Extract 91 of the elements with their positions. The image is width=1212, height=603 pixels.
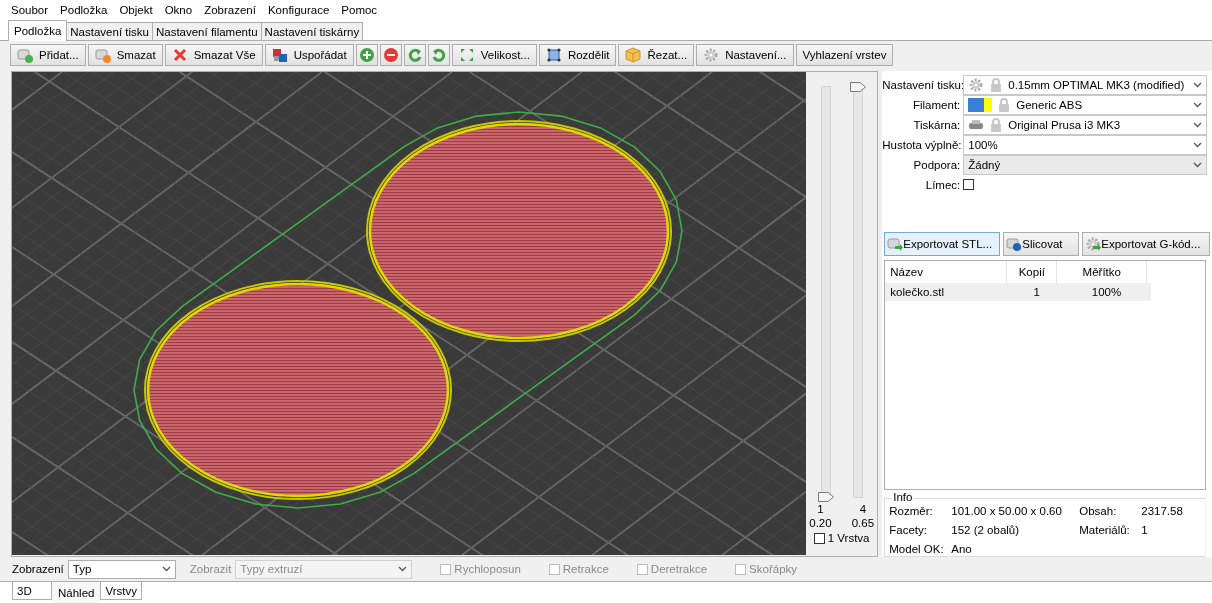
checkbox-label: Rychloposun xyxy=(454,563,521,575)
delete-icon xyxy=(171,47,188,63)
toolbar-button[interactable]: Velikost... xyxy=(451,44,537,66)
toolbar-button[interactable]: Smazat Vše xyxy=(164,44,263,66)
action-button[interactable]: Slicovat xyxy=(1003,232,1080,256)
slider-thumb[interactable] xyxy=(849,82,866,92)
table-cell-text: kolečko.stl xyxy=(889,286,945,298)
toolbar-button[interactable]: Vyhlazení vrstev xyxy=(795,44,894,66)
caret-icon xyxy=(1193,82,1203,88)
dropdown[interactable]: Generic ABS xyxy=(963,95,1208,115)
rotate-left-button[interactable] xyxy=(403,44,426,66)
info-label: Facety: xyxy=(889,524,928,537)
caret-icon xyxy=(161,566,171,572)
cubes-icon xyxy=(271,47,288,63)
setting-label: Hustota výplně: xyxy=(882,139,961,151)
menu-item[interactable]: Zobrazení xyxy=(199,4,261,16)
tab[interactable]: 3D xyxy=(12,582,52,600)
caret-icon xyxy=(1193,162,1203,168)
menu-item[interactable]: Konfigurace xyxy=(262,4,335,16)
tab[interactable]: Náhled xyxy=(52,582,101,603)
rotate-right-button[interactable] xyxy=(427,44,450,66)
view-label: Zobrazení xyxy=(12,563,64,575)
tab[interactable]: Nastavení tiskárny xyxy=(260,22,364,40)
info-value: 1 xyxy=(1141,524,1149,537)
setting-label: Podpora: xyxy=(912,159,961,171)
toolbar-button[interactable]: Nastavení... xyxy=(696,44,794,66)
info-label: Materiálů: xyxy=(1079,524,1131,537)
box-export-icon xyxy=(887,236,904,252)
dropdown[interactable]: Žádný xyxy=(963,155,1208,175)
setting-label: Nastavení tisku: xyxy=(882,79,961,91)
checkbox-label: Skořápky xyxy=(749,563,798,575)
tab[interactable]: Nastavení tisku xyxy=(66,22,153,40)
caret-icon xyxy=(1193,142,1203,148)
tab[interactable]: Podložka xyxy=(8,20,68,41)
toolbar-button[interactable]: Přidat... xyxy=(10,44,86,66)
box-icon xyxy=(625,47,642,63)
info-label: Rozměr: xyxy=(889,505,934,518)
dropdown[interactable]: 0.15mm OPTIMAL MK3 (modified) xyxy=(963,75,1208,95)
setting-label: Tiskárna: xyxy=(912,119,961,131)
checkbox-label: 1 Vrstva xyxy=(827,532,870,544)
setting-label: Límec: xyxy=(924,178,961,191)
toolbar-button[interactable]: Řezat... xyxy=(618,44,695,66)
plus-button[interactable] xyxy=(355,44,378,66)
info-title: Info xyxy=(891,491,915,503)
split-icon xyxy=(545,47,562,63)
action-button[interactable]: Exportovat G-kód... xyxy=(1082,232,1211,256)
info-value: 2317.58 xyxy=(1141,505,1184,518)
info-label: Model OK: xyxy=(889,543,945,556)
box-remove-icon xyxy=(94,47,111,63)
tab[interactable]: Nastavení filamentu xyxy=(151,22,262,40)
caret-icon xyxy=(1193,102,1203,108)
layer-number: 1 xyxy=(817,502,824,516)
menu-item[interactable]: Okno xyxy=(159,4,198,16)
slice-icon xyxy=(1006,236,1023,252)
info-label: Obsah: xyxy=(1079,505,1118,518)
slider-thumb[interactable] xyxy=(817,492,834,502)
menu-item[interactable]: Soubor xyxy=(6,4,54,16)
layer-number: 4 xyxy=(859,502,867,516)
table-cell-text: 1 xyxy=(1032,286,1041,298)
checkbox-label: Deretrakce xyxy=(650,563,708,575)
checkbox[interactable] xyxy=(963,179,975,190)
setting-label: Filament: xyxy=(912,99,961,111)
view-dropdown[interactable]: Typ xyxy=(67,559,176,579)
dropdown[interactable]: Original Prusa i3 MK3 xyxy=(963,115,1208,135)
toolbar-button[interactable]: Uspořádat xyxy=(264,44,354,66)
menu-item[interactable]: Podložka xyxy=(55,4,113,16)
menu-item[interactable]: Pomoc xyxy=(336,4,383,16)
expand-icon xyxy=(458,47,475,63)
filament-color-icon xyxy=(968,98,993,112)
show-label: Zobrazit xyxy=(189,563,232,575)
info-value: Ano xyxy=(951,543,973,556)
gear-export-icon xyxy=(1085,236,1102,252)
caret-icon xyxy=(1193,122,1203,128)
tab[interactable]: Vrstvy xyxy=(100,582,142,600)
box-add-icon xyxy=(17,47,33,63)
gear-icon xyxy=(968,77,985,93)
toolbar-button[interactable]: Smazat xyxy=(87,44,163,66)
info-value: 101.00 x 50.00 x 0.60 xyxy=(951,505,1063,518)
table-cell-text: 100% xyxy=(1090,286,1123,298)
checkbox-label: Retrakce xyxy=(562,563,609,575)
layer-height: 0.65 xyxy=(851,516,875,530)
action-button[interactable]: Exportovat STL... xyxy=(884,232,1001,256)
dropdown[interactable]: 100% xyxy=(963,135,1208,155)
checkbox[interactable] xyxy=(813,532,825,544)
info-value: 152 (2 obalů) xyxy=(951,524,1021,537)
gear-icon xyxy=(703,47,720,63)
menu-item[interactable]: Objekt xyxy=(114,4,158,16)
toolbar-button[interactable]: Rozdělit xyxy=(538,44,617,66)
caret-icon xyxy=(398,566,408,572)
layer-height: 0.20 xyxy=(809,516,832,530)
minus-button[interactable] xyxy=(379,44,402,66)
